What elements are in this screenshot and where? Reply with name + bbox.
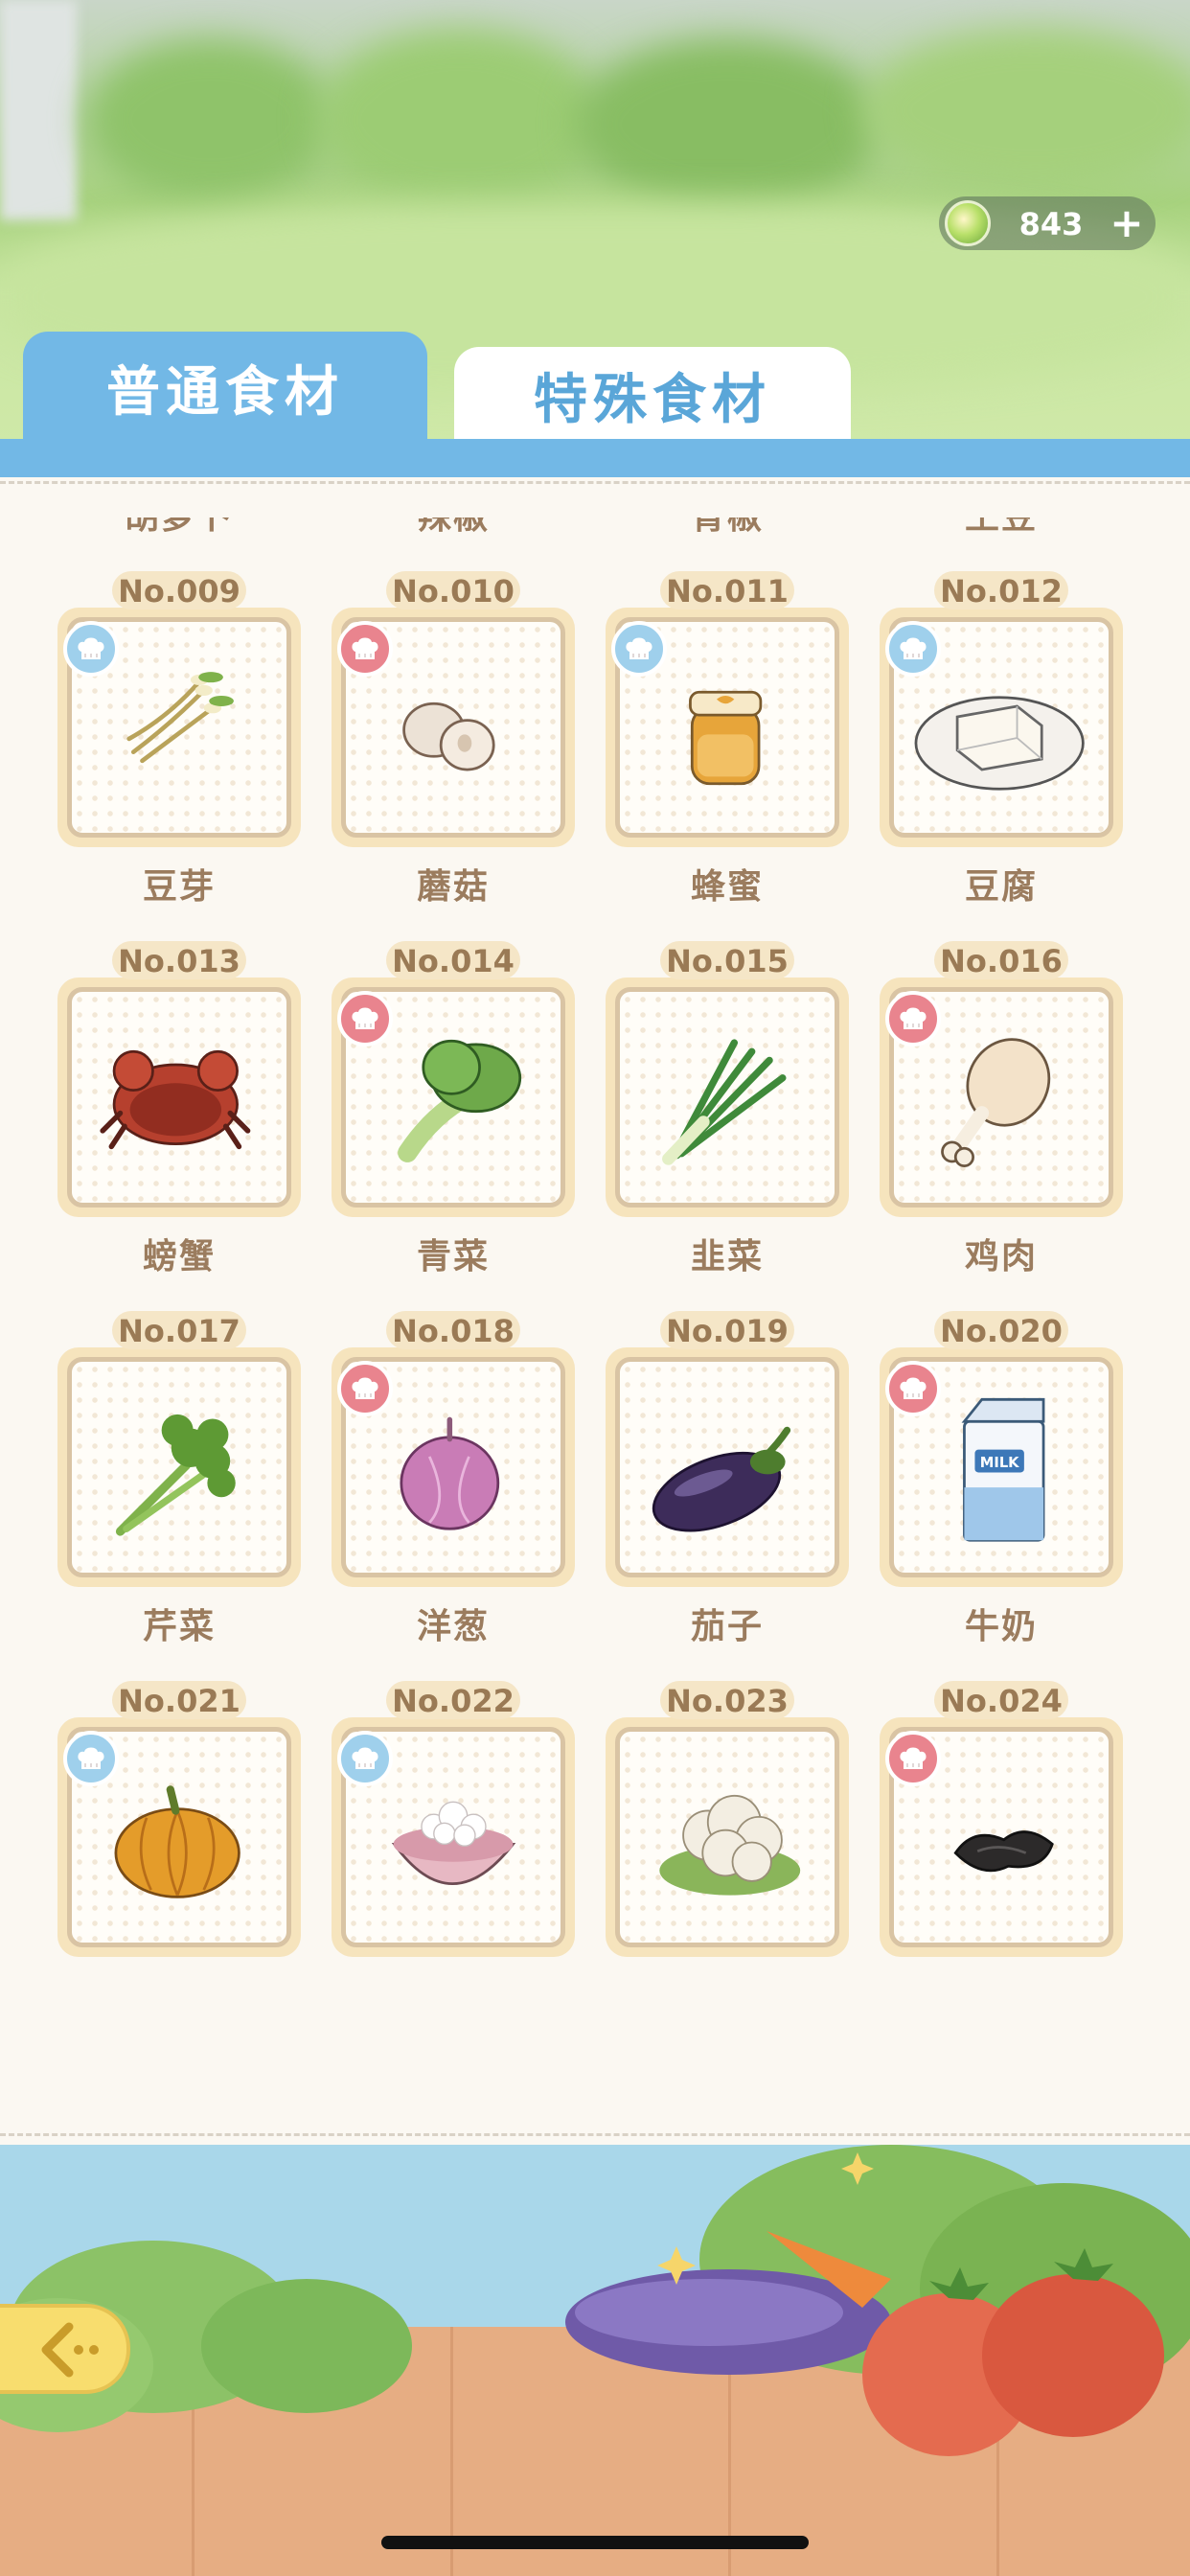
kitchen-scene — [0, 2145, 1190, 2576]
milk-carton-label: MILK — [980, 1455, 1019, 1471]
ingredient-name: 土豆 — [880, 518, 1123, 539]
eggplant-icon — [652, 1426, 791, 1532]
chef-hat-icon — [885, 991, 941, 1046]
back-button[interactable] — [0, 2304, 130, 2394]
ingredient-name: 辣椒 — [332, 518, 575, 539]
ingredient-number: No.016 — [934, 941, 1068, 979]
ingredient-number: No.021 — [112, 1681, 246, 1719]
ingredient-name: 牛奶 — [964, 1607, 1038, 1646]
chef-hat-icon — [63, 621, 119, 677]
tab-special-ingredients[interactable]: 特殊食材 — [454, 347, 851, 447]
tab-common-ingredients[interactable]: 普通食材 — [23, 332, 427, 447]
ingredient-number: No.023 — [660, 1681, 794, 1719]
vegetable-pile-decoration — [0, 2145, 1190, 2456]
ingredient-name: 豆腐 — [964, 867, 1038, 907]
bush-decoration — [86, 38, 335, 201]
ingredient-number: No.017 — [112, 1311, 246, 1349]
ingredient-name: 蜂蜜 — [690, 867, 764, 907]
ingredient-number: No.018 — [386, 1311, 520, 1349]
bush-decoration — [575, 38, 881, 211]
ingredient-number: No.010 — [386, 571, 520, 610]
chef-hat-icon — [63, 1731, 119, 1786]
chef-hat-icon — [885, 1361, 941, 1416]
ingredient-name: 洋葱 — [416, 1607, 490, 1646]
ingredient-name: 胡萝卜 — [57, 518, 301, 539]
ingredient-name: 青菜 — [416, 1237, 490, 1276]
cauliflower-icon — [659, 1794, 801, 1896]
wall-decoration — [0, 0, 77, 220]
chive-icon — [662, 1039, 787, 1165]
chef-hat-icon — [337, 1731, 393, 1786]
ingredient-name: 青椒 — [606, 518, 849, 539]
ingredient-name: 豆芽 — [142, 867, 216, 907]
ingredient-frame — [606, 978, 849, 1217]
ingredient-number: No.013 — [112, 941, 246, 979]
ingredient-name: 蘑菇 — [416, 867, 490, 907]
ingredient-name: 芹菜 — [142, 1607, 216, 1646]
ingredient-number: No.011 — [660, 571, 794, 610]
chef-hat-icon — [885, 1731, 941, 1786]
home-indicator[interactable] — [381, 2536, 809, 2549]
ingredient-number: No.019 — [660, 1311, 794, 1349]
ingredient-number: No.009 — [112, 571, 246, 610]
ingredient-frame — [57, 1347, 301, 1587]
tab-underline — [0, 439, 1190, 477]
chef-hat-icon — [337, 991, 393, 1046]
ingredient-number: No.020 — [934, 1311, 1068, 1349]
ingredient-frame — [57, 978, 301, 1217]
divider — [0, 481, 1190, 484]
ingredient-frame — [606, 1347, 849, 1587]
ingredient-grid[interactable]: 胡萝卜 辣椒 青椒 土豆 No.009 豆芽 No.010 蘑菇 No.011 蜂蜜 No.012 豆… — [0, 518, 1190, 2066]
back-arrow-icon — [41, 2322, 99, 2378]
crab-icon — [100, 1049, 251, 1150]
ingredient-number: No.015 — [660, 941, 794, 979]
ingredient-name: 鸡肉 — [964, 1237, 1038, 1276]
gem-coin-icon — [945, 200, 991, 246]
divider — [0, 2133, 1190, 2136]
chef-hat-icon — [337, 1361, 393, 1416]
ingredient-number: No.022 — [386, 1681, 520, 1719]
ingredient-name: 螃蟹 — [142, 1237, 216, 1276]
bush-decoration — [316, 29, 604, 211]
ingredient-name: 茄子 — [690, 1607, 764, 1646]
ingredient-number: No.024 — [934, 1681, 1068, 1719]
celery-icon — [115, 1414, 236, 1536]
currency-counter: 843 + — [939, 196, 1156, 250]
ingredient-name: 韭菜 — [690, 1237, 764, 1276]
chef-hat-icon — [337, 621, 393, 677]
plus-icon[interactable]: + — [1108, 203, 1146, 243]
chef-hat-icon — [885, 621, 941, 677]
ingredient-number: No.012 — [934, 571, 1068, 610]
ingredient-number: No.014 — [386, 941, 520, 979]
bush-decoration — [862, 29, 1190, 192]
chef-hat-icon — [611, 621, 667, 677]
currency-value: 843 — [1018, 206, 1084, 242]
ingredient-frame — [606, 1717, 849, 1957]
